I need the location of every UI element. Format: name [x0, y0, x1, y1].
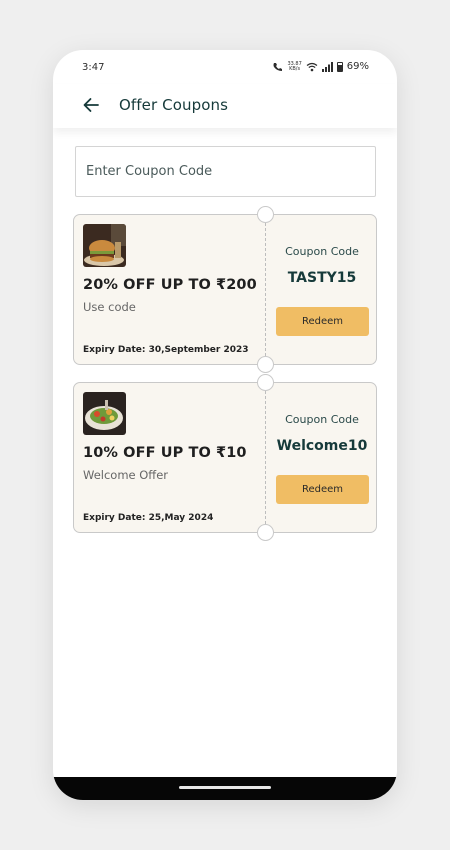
- expiry-date: Expiry Date: 25,May 2024: [83, 513, 214, 523]
- coupon-code-input[interactable]: [75, 146, 376, 197]
- redeem-button[interactable]: Redeem: [276, 475, 369, 504]
- net-speed: 33.87 KB/s: [287, 61, 301, 72]
- coupon-code-value: TASTY15: [287, 270, 357, 286]
- card-divider: [265, 391, 266, 524]
- net-speed-unit: KB/s: [289, 65, 301, 72]
- wifi-calling-icon: [273, 62, 283, 71]
- card-notch: [257, 524, 274, 541]
- burger-food-image: [83, 224, 126, 267]
- offer-title: 20% OFF UP TO ₹200: [83, 277, 257, 293]
- card-notch: [257, 374, 274, 391]
- redeem-button[interactable]: Redeem: [276, 307, 369, 336]
- card-notch: [257, 356, 274, 373]
- home-indicator[interactable]: [179, 786, 271, 789]
- card-divider: [265, 223, 266, 356]
- battery-icon: [336, 61, 343, 72]
- phone-screen: 3:47 33.87 KB/s 69% Offer Coupons Enter …: [53, 50, 397, 800]
- navigation-bar: [53, 777, 397, 800]
- offer-subtitle: Use code: [83, 300, 136, 314]
- card-notch: [257, 206, 274, 223]
- status-time: 3:47: [82, 62, 105, 73]
- app-header: Offer Coupons: [53, 84, 397, 128]
- wifi-icon: [306, 62, 318, 71]
- expiry-date: Expiry Date: 30,September 2023: [83, 345, 249, 355]
- coupon-code-label: Coupon Code: [285, 413, 359, 426]
- signal-icon: [321, 61, 333, 72]
- page-title: Offer Coupons: [119, 96, 229, 114]
- offer-subtitle: Welcome Offer: [83, 468, 169, 482]
- status-icons: 33.87 KB/s 69%: [272, 61, 369, 72]
- coupon-code-label: Coupon Code: [285, 245, 359, 258]
- battery-percent: 69%: [346, 61, 369, 72]
- coupon-card: 20% OFF UP TO ₹200 Use code Expiry Date:…: [73, 206, 377, 373]
- coupon-code-value: Welcome10: [276, 438, 368, 454]
- arrow-left-icon[interactable]: [81, 95, 101, 115]
- status-bar: 3:47 33.87 KB/s 69%: [53, 50, 397, 84]
- salad-food-image: [83, 392, 126, 435]
- coupon-card: 10% OFF UP TO ₹10 Welcome Offer Expiry D…: [73, 374, 377, 541]
- offer-title: 10% OFF UP TO ₹10: [83, 445, 247, 461]
